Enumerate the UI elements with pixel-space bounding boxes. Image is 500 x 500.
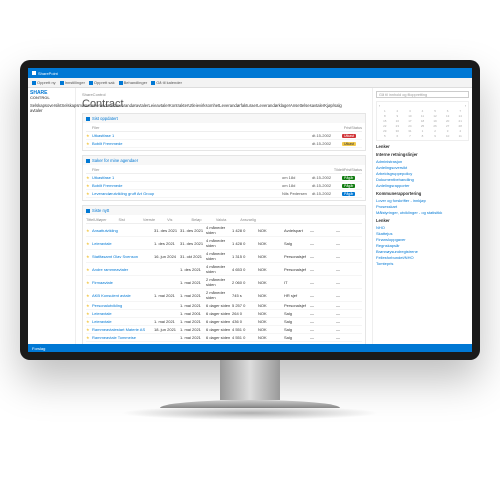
- links-header: Lenker: [376, 144, 469, 149]
- table-row[interactable]: ★Utkastfase 1om 18ddt.15-2002Pågår: [86, 174, 362, 182]
- plus-icon: [32, 81, 36, 85]
- case-icon: [89, 81, 93, 85]
- waffle-icon[interactable]: [32, 71, 36, 75]
- table-row[interactable]: ★Rammeavtalestart Materie AS18. jun 2021…: [86, 326, 362, 334]
- ribbon: Opprett ny Innstillinger Opprett sak Beh…: [28, 78, 472, 88]
- table-row[interactable]: ★Bobilt Fremmededt.15-2002Utkast: [86, 140, 362, 148]
- clock-icon: [86, 117, 90, 121]
- product-name: SharePoint: [38, 71, 58, 76]
- logo: SHARECONTROL: [30, 91, 73, 100]
- cal-prev-icon[interactable]: ‹: [379, 104, 380, 108]
- table-row[interactable]: ★Leieravtale1. mai 20211. mai 20216 dage…: [86, 318, 362, 326]
- table-row[interactable]: ★Statlfasamt Olav Svenson16. jun 202431.…: [86, 250, 362, 263]
- sidebar: SHARECONTROL SelskapsoversiktSelskapsmøt…: [28, 88, 76, 352]
- footer: Forslag: [28, 344, 472, 352]
- cal-next-icon[interactable]: ›: [465, 104, 466, 108]
- table-row[interactable]: ★Rammeavtale Tommeise1. mai 20216 dager …: [86, 334, 362, 342]
- list-icon: [86, 209, 90, 213]
- right-link[interactable]: Tomtepris: [376, 260, 469, 266]
- table-row[interactable]: ★Leverandørutvikling gruff Art GroupNils…: [86, 190, 362, 198]
- table-row[interactable]: ★Leieravtale1. mai 20016 dager siden264 …: [86, 310, 362, 318]
- main: ShareControl Contract Sist oppdatert Fil…: [76, 88, 372, 352]
- table-row[interactable]: ★Ansattutvikling31. des 202131. des 2021…: [86, 224, 362, 237]
- table-row[interactable]: ★Bobilt Fremmedeom 18ddt.15-2002Pågår: [86, 182, 362, 190]
- right-rail: Gå til innhold og filoppretting ‹› 12345…: [372, 88, 472, 352]
- user-icon: [86, 159, 90, 163]
- table-row[interactable]: ★Firmaavtale1. mai 20212 måneder siden2 …: [86, 276, 362, 289]
- panel-latest: Siste nytt TittelUtløperSistVærsteVisBel…: [82, 205, 366, 345]
- breadcrumb[interactable]: ShareControl: [82, 92, 366, 97]
- panel-mycases: Saker for mine agendaer FilerTildeltFris…: [82, 155, 366, 201]
- table-row[interactable]: ★Leieravtale1. des 202131. des 20214 mån…: [86, 237, 362, 250]
- calendar-icon: [151, 81, 155, 85]
- table-row[interactable]: ★Personalutvikling1. mai 20216 dager sid…: [86, 302, 362, 310]
- ribbon-process[interactable]: Behandlinger: [119, 80, 148, 85]
- table-row[interactable]: ★Utkastfase 1dt.15-2002Utkast: [86, 132, 362, 140]
- ribbon-calendar[interactable]: Gå til kalender: [151, 80, 182, 85]
- search-input[interactable]: Gå til innhold og filoppretting: [376, 91, 469, 98]
- page-title: Contract: [82, 98, 366, 110]
- right-link[interactable]: Avdelingsrapporter: [376, 182, 469, 188]
- ribbon-settings[interactable]: Innstillinger: [60, 80, 85, 85]
- sharepoint-topbar: SharePoint: [28, 68, 472, 78]
- mini-calendar[interactable]: ‹› 1234567891011121314151617181920212223…: [376, 101, 469, 141]
- ribbon-new[interactable]: Opprett ny: [32, 80, 56, 85]
- ribbon-case[interactable]: Opprett sak: [89, 80, 115, 85]
- process-icon: [119, 81, 123, 85]
- table-row[interactable]: ★Andre rammeavtaler1. des 20214 måneder …: [86, 263, 362, 276]
- table-row[interactable]: ★AKB Konsulent avtale1. mai 20211. mai 2…: [86, 289, 362, 302]
- gear-icon: [60, 81, 64, 85]
- panel-recent: Sist oppdatert FilerFristStatus ★Utkastf…: [82, 113, 366, 151]
- right-link[interactable]: Målstyringer, utviklinger - og statisitk…: [376, 209, 469, 215]
